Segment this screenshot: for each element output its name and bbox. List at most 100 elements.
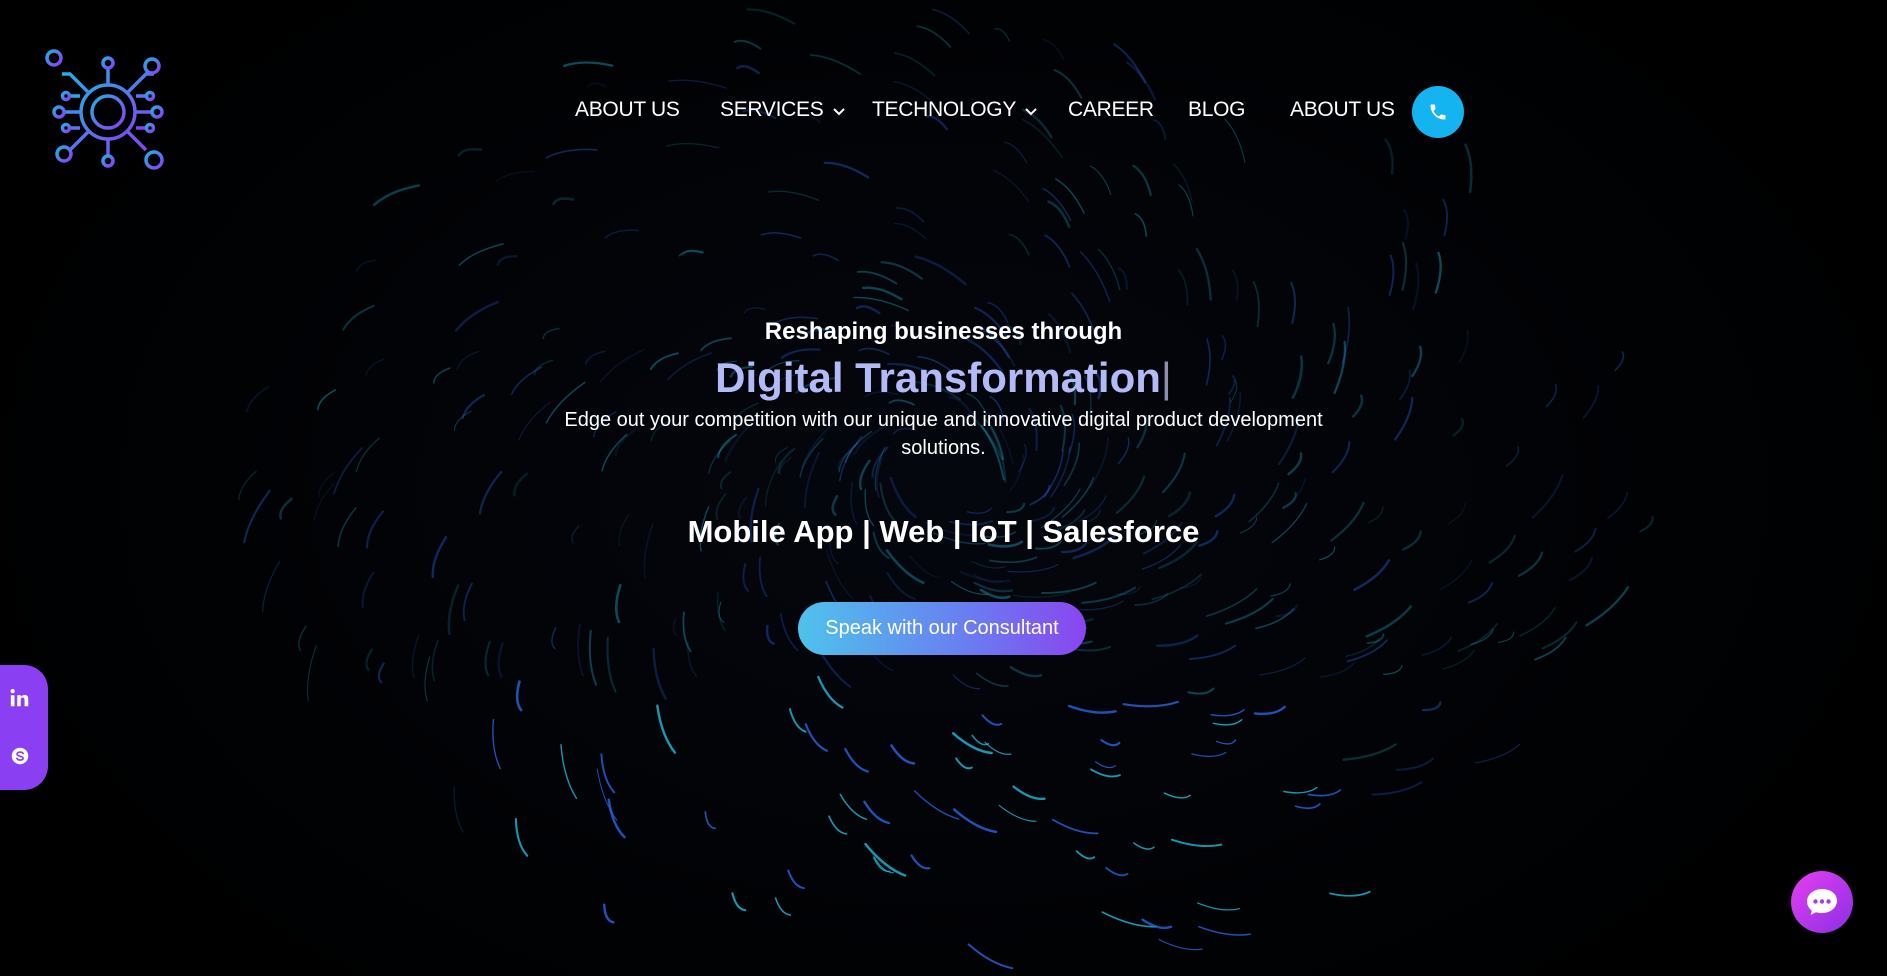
light-streak xyxy=(1133,842,1155,850)
light-streak xyxy=(861,286,903,301)
light-streak xyxy=(514,818,529,857)
light-streak xyxy=(1097,248,1121,291)
nav-item-blog[interactable]: BLOG xyxy=(1188,98,1245,122)
hero-kicker: Reshaping businesses through xyxy=(764,318,1123,345)
light-streak xyxy=(1067,704,1117,714)
light-streak xyxy=(895,207,925,223)
light-streak xyxy=(1187,687,1215,695)
light-streak xyxy=(998,804,1037,822)
linkedin-link[interactable] xyxy=(8,686,32,710)
light-streak xyxy=(893,52,936,77)
chat-button[interactable] xyxy=(1791,871,1853,933)
nav-item-label: CAREER xyxy=(1068,98,1154,121)
skype-link[interactable] xyxy=(8,744,32,768)
light-streak xyxy=(955,757,973,770)
light-streak xyxy=(1188,644,1237,660)
light-streak xyxy=(1117,267,1129,290)
skype-icon xyxy=(11,747,29,765)
phone-button[interactable] xyxy=(1412,86,1464,138)
light-streak xyxy=(1517,551,1544,577)
light-streak xyxy=(1320,661,1356,678)
light-streak xyxy=(1421,636,1453,656)
light-streak xyxy=(1329,890,1371,897)
speak-with-consultant-button[interactable]: Speak with our Consultant xyxy=(798,602,1086,655)
nav-item-technology[interactable]: TECHNOLOGY xyxy=(872,98,1037,122)
light-streak xyxy=(495,170,536,183)
light-streak xyxy=(1115,475,1146,514)
light-streak xyxy=(462,582,473,621)
light-streak xyxy=(606,636,617,693)
nav-item-about-us-2[interactable]: ABOUT US xyxy=(1290,98,1395,122)
light-streak xyxy=(1061,476,1095,518)
light-streak xyxy=(743,307,767,314)
light-streak xyxy=(588,629,598,686)
light-streak xyxy=(890,744,916,765)
light-streak xyxy=(804,723,828,752)
light-streak xyxy=(1055,178,1085,214)
light-streak xyxy=(478,470,503,515)
nav-item-services[interactable]: SERVICES xyxy=(720,98,845,122)
light-streak xyxy=(577,623,584,677)
light-streak xyxy=(1040,581,1097,594)
light-streak xyxy=(766,624,775,645)
light-streak xyxy=(994,28,1011,42)
light-streak xyxy=(602,903,615,924)
light-streak xyxy=(1094,761,1116,769)
light-streak xyxy=(552,197,575,206)
light-streak xyxy=(1365,605,1413,638)
light-streak xyxy=(458,243,504,266)
light-streak xyxy=(1158,939,1203,951)
light-streak xyxy=(1395,757,1434,771)
light-streak xyxy=(839,793,868,821)
light-streak xyxy=(513,472,529,497)
light-streak xyxy=(1047,200,1071,228)
light-streak xyxy=(742,563,749,592)
light-streak xyxy=(913,790,960,820)
light-streak xyxy=(545,148,598,159)
chevron-down-icon xyxy=(1025,98,1037,122)
light-streak xyxy=(1457,623,1498,652)
light-streak xyxy=(607,798,626,839)
light-streak xyxy=(1402,208,1409,240)
nav-item-about-us[interactable]: ABOUT US xyxy=(575,98,680,122)
nav-item-label: ABOUT US xyxy=(575,98,680,121)
light-streak xyxy=(809,53,862,75)
chat-bubble-icon xyxy=(1807,889,1837,915)
light-streak xyxy=(1442,649,1476,670)
light-streak xyxy=(377,662,385,684)
light-streak xyxy=(1275,604,1298,618)
light-streak xyxy=(885,549,925,585)
light-streak xyxy=(1282,491,1297,509)
light-streak xyxy=(788,708,807,733)
light-streak xyxy=(916,25,952,48)
light-streak xyxy=(1006,502,1026,514)
light-streak xyxy=(1282,477,1306,510)
light-streak xyxy=(767,190,820,201)
nav-item-career[interactable]: CAREER xyxy=(1068,98,1154,122)
light-streak xyxy=(652,647,667,700)
light-streak xyxy=(1294,803,1321,810)
light-streak xyxy=(716,591,726,632)
light-streak xyxy=(1008,233,1030,256)
light-streak xyxy=(1009,665,1043,678)
light-streak xyxy=(910,854,931,870)
social-sidebar xyxy=(0,665,48,790)
nav-item-label: SERVICES xyxy=(720,98,824,121)
light-streak xyxy=(1198,925,1252,936)
light-streak xyxy=(1197,902,1241,911)
light-streak xyxy=(1215,739,1237,745)
light-streak xyxy=(238,470,257,501)
light-streak xyxy=(361,571,375,609)
light-streak xyxy=(681,249,704,257)
light-streak xyxy=(656,704,677,754)
light-streak xyxy=(1122,700,1179,708)
light-streak xyxy=(1212,719,1243,726)
light-streak xyxy=(1475,743,1521,764)
light-streak xyxy=(1132,164,1152,197)
light-streak xyxy=(909,555,941,579)
phone-icon xyxy=(1430,104,1446,120)
light-streak xyxy=(1167,491,1192,518)
nav-item-label: BLOG xyxy=(1188,98,1246,121)
light-streak xyxy=(1042,187,1072,222)
nav-item-label: TECHNOLOGY xyxy=(872,98,1016,121)
